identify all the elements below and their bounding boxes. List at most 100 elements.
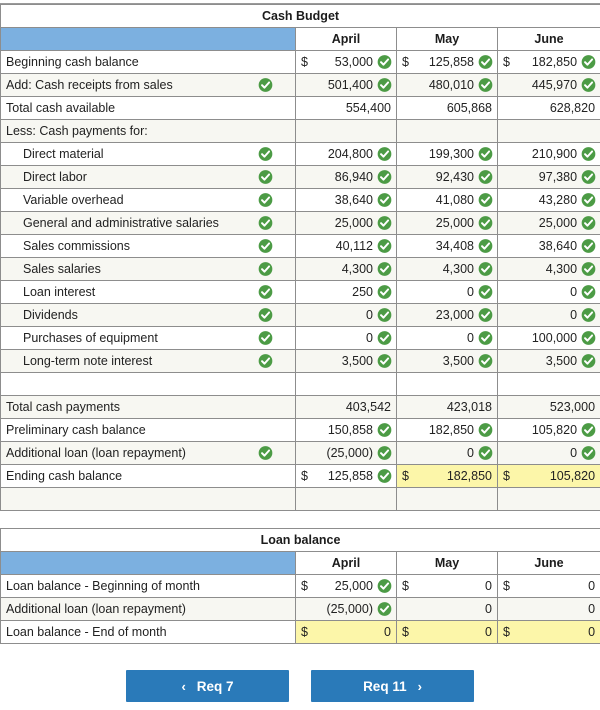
currency-symbol: $ [301, 469, 308, 483]
loan-balance-value-cell: $0 [496, 620, 600, 644]
cash-budget-value-cell [295, 487, 397, 511]
loan-balance-value-cell: 0 [396, 597, 498, 621]
verified-check-icon [478, 446, 493, 461]
loan-balance-value-cell: $0 [496, 574, 600, 598]
verified-check-icon [581, 193, 596, 208]
verified-check-icon [258, 446, 273, 461]
cell-value: (25,000) [326, 446, 373, 460]
cell-value: 605,868 [446, 101, 492, 115]
verified-check-icon [478, 285, 493, 300]
cell-value: 403,542 [345, 400, 391, 414]
cash-budget-row-label: General and administrative salaries [0, 211, 296, 235]
row-label-text: Loan interest [23, 285, 96, 299]
verified-check-icon [377, 331, 392, 346]
requirement-navigation: ‹ Req 7 Req 11 › [0, 670, 600, 702]
table-row: Direct labor 86,940 92,430 97,380 [0, 165, 600, 189]
prev-requirement-button[interactable]: ‹ Req 7 [126, 670, 289, 702]
verified-check-icon [258, 331, 273, 346]
cash-budget-value-cell: 628,820 [496, 96, 600, 120]
table-row: Preliminary cash balance 150,858 182,850 10… [0, 418, 600, 442]
verified-check-icon [377, 354, 392, 369]
row-label-text: Loan balance - End of month [6, 625, 167, 639]
loan-balance-value-cell: 0 [496, 597, 600, 621]
row-label-text: Loan balance - Beginning of month [6, 579, 200, 593]
cash-budget-value-cell: 105,820 [496, 418, 600, 442]
row-label-text: Direct material [23, 147, 104, 161]
cash-budget-value-cell: $125,858 [396, 50, 498, 74]
loan-balance-value-cell: $0 [396, 620, 498, 644]
cell-value: 3,500 [545, 354, 578, 368]
row-label-text: Sales commissions [23, 239, 130, 253]
cell-value: 38,640 [334, 193, 373, 207]
cash-budget-row-label: Add: Cash receipts from sales [0, 73, 296, 97]
row-label-text: Total cash available [6, 101, 116, 115]
verified-check-icon [377, 78, 392, 93]
cash-budget-row-label: Total cash payments [0, 395, 296, 419]
cell-value: 0 [588, 602, 596, 616]
verified-check-icon [478, 262, 493, 277]
loan-balance-row-label: Additional loan (loan repayment) [0, 597, 296, 621]
verified-check-icon [581, 285, 596, 300]
verified-check-icon [581, 423, 596, 438]
verified-check-icon [258, 239, 273, 254]
cell-value: 210,900 [531, 147, 578, 161]
loan-balance-title: Loan balance [0, 528, 600, 552]
chevron-right-icon: › [417, 678, 422, 694]
verified-check-icon [478, 423, 493, 438]
verified-check-icon [377, 216, 392, 231]
verified-check-icon [478, 331, 493, 346]
table-row: Long-term note interest 3,500 3,500 3,500 [0, 349, 600, 373]
loan-balance-row-label: Loan balance - End of month [0, 620, 296, 644]
table-row: Beginning cash balance $53,000 $125,858 $18… [0, 50, 600, 74]
verified-check-icon [377, 193, 392, 208]
cell-value: 523,000 [549, 400, 596, 414]
row-label-text: Preliminary cash balance [6, 423, 146, 437]
cash-budget-value-cell: $53,000 [295, 50, 397, 74]
cash-budget-value-cell [496, 487, 600, 511]
cash-budget-row-label: Dividends [0, 303, 296, 327]
loan-column-header-may: May [396, 551, 498, 575]
cash-budget-value-cell: 501,400 [295, 73, 397, 97]
loan-balance-value-cell: $25,000 [295, 574, 397, 598]
cash-budget-row-label: Less: Cash payments for: [0, 119, 296, 143]
verified-check-icon [377, 262, 392, 277]
cell-value: 150,858 [327, 423, 373, 437]
cash-budget-value-cell: $105,820 [496, 464, 600, 488]
row-label-text: Add: Cash receipts from sales [6, 78, 173, 92]
spacer-cell [0, 511, 600, 528]
cash-budget-row-label: Direct material [0, 142, 296, 166]
cash-budget-value-cell: 0 [496, 441, 600, 465]
verified-check-icon [478, 147, 493, 162]
verified-check-icon [258, 285, 273, 300]
cell-value: 86,940 [334, 170, 373, 184]
cell-value: 25,000 [435, 216, 474, 230]
cash-budget-value-cell: 97,380 [496, 165, 600, 189]
cash-budget-row-label [0, 372, 296, 396]
table-row: General and administrative salaries 25,00… [0, 211, 600, 235]
cash-budget-value-cell [396, 487, 498, 511]
next-requirement-button[interactable]: Req 11 › [311, 670, 474, 702]
verified-check-icon [377, 423, 392, 438]
cash-budget-value-cell: 41,080 [396, 188, 498, 212]
verified-check-icon [377, 147, 392, 162]
cash-budget-worksheet: Cash Budget April May June Beginning cas… [0, 0, 600, 710]
cash-budget-value-cell: 199,300 [396, 142, 498, 166]
verified-check-icon [478, 216, 493, 231]
cash-budget-value-cell: 25,000 [295, 211, 397, 235]
cell-value: 53,000 [334, 55, 373, 69]
table-row: Variable overhead 38,640 41,080 43,280 [0, 188, 600, 212]
table-row: Sales salaries 4,300 4,300 4,300 [0, 257, 600, 281]
verified-check-icon [581, 331, 596, 346]
section-spacer-table [0, 511, 600, 528]
table-row [0, 372, 600, 396]
cash-budget-value-cell: $182,850 [396, 464, 498, 488]
verified-check-icon [478, 78, 493, 93]
cell-value: 0 [467, 285, 474, 299]
cash-budget-value-cell: 4,300 [396, 257, 498, 281]
cell-value: 41,080 [435, 193, 474, 207]
table-row: Loan balance - End of month $0 $0 $0 [0, 620, 600, 644]
cash-budget-value-cell: 0 [295, 326, 397, 350]
cell-value: 125,858 [327, 469, 373, 483]
cell-value: 199,300 [428, 147, 474, 161]
row-label-text: Direct labor [23, 170, 87, 184]
